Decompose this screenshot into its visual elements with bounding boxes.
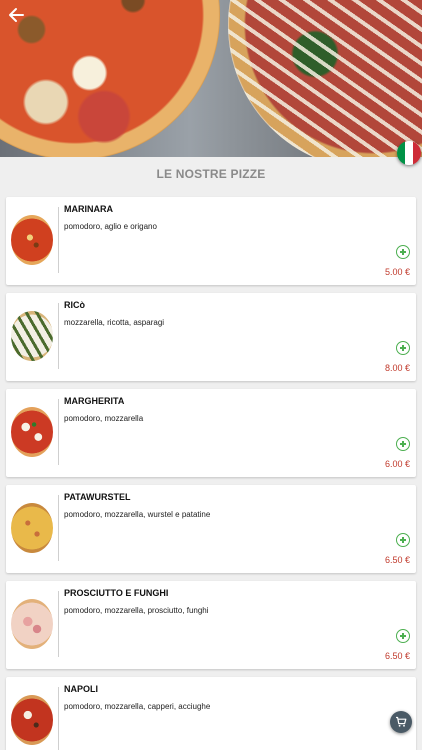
pizza-card-patawurstel[interactable]: PATAWURSTEL pomodoro, mozzarella, wurste…: [6, 485, 416, 573]
divider: [58, 591, 59, 657]
pizza-thumbnail: [11, 407, 53, 457]
pizza-description: pomodoro, mozzarella, capperi, acciughe: [64, 702, 211, 711]
pizza-name: PROSCIUTTO E FUNGHI: [64, 588, 169, 598]
pizza-thumbnail: [11, 695, 53, 745]
divider: [58, 687, 59, 750]
pizza-card-margherita[interactable]: MARGHERITA pomodoro, mozzarella 6.00 €: [6, 389, 416, 477]
header-image: [0, 0, 422, 157]
cart-button[interactable]: [390, 711, 412, 733]
pizza-price: 6.50 €: [384, 651, 410, 661]
divider: [58, 207, 59, 273]
pizza-card-rico[interactable]: RICò mozzarella, ricotta, asparagi 8.00 …: [6, 293, 416, 381]
section-title: LE NOSTRE PIZZE: [156, 167, 266, 181]
pizza-thumbnail: [11, 503, 53, 553]
pizza-list: MARINARA pomodoro, aglio e origano 5.00 …: [6, 197, 416, 750]
back-arrow-icon: [9, 8, 24, 22]
pizza-card-prosciutto-e-funghi[interactable]: PROSCIUTTO E FUNGHI pomodoro, mozzarella…: [6, 581, 416, 669]
pizza-name: NAPOLI: [64, 684, 99, 694]
pizza-card-napoli[interactable]: NAPOLI pomodoro, mozzarella, capperi, ac…: [6, 677, 416, 750]
pizza-name: PATAWURSTEL: [64, 492, 131, 502]
pizza-description: pomodoro, mozzarella, wurstel e patatine: [64, 510, 211, 519]
add-button[interactable]: [396, 245, 410, 259]
divider: [58, 495, 59, 561]
pizza-name: MARINARA: [64, 204, 113, 214]
pizza-price: 5.00 €: [384, 267, 410, 277]
add-button[interactable]: [396, 341, 410, 355]
pizza-price: 6.00 €: [384, 459, 410, 469]
pizza-description: pomodoro, mozzarella, prosciutto, funghi: [64, 606, 209, 615]
pizza-description: pomodoro, aglio e origano: [64, 222, 157, 231]
add-button[interactable]: [396, 629, 410, 643]
pizza-description: pomodoro, mozzarella: [64, 414, 144, 423]
divider: [58, 399, 59, 465]
italian-flag-icon-white: [405, 141, 413, 165]
cart-icon: [396, 716, 407, 727]
back-button[interactable]: [6, 4, 28, 26]
pizza-price: 6.50 €: [384, 555, 410, 565]
pizza-thumbnail: [11, 311, 53, 361]
pizza-thumbnail: [11, 215, 53, 265]
pizza-name: MARGHERITA: [64, 396, 125, 406]
pizza-price: 8.00 €: [384, 363, 410, 373]
add-button[interactable]: [396, 533, 410, 547]
pizza-card-marinara[interactable]: MARINARA pomodoro, aglio e origano 5.00 …: [6, 197, 416, 285]
app-screen: LE NOSTRE PIZZE MARINARA pomodoro, aglio…: [0, 0, 422, 750]
pizza-thumbnail: [11, 599, 53, 649]
pizza-description: mozzarella, ricotta, asparagi: [64, 318, 165, 327]
divider: [58, 303, 59, 369]
add-button[interactable]: [396, 437, 410, 451]
language-flag-button[interactable]: [397, 141, 421, 165]
pizza-name: RICò: [64, 300, 85, 310]
